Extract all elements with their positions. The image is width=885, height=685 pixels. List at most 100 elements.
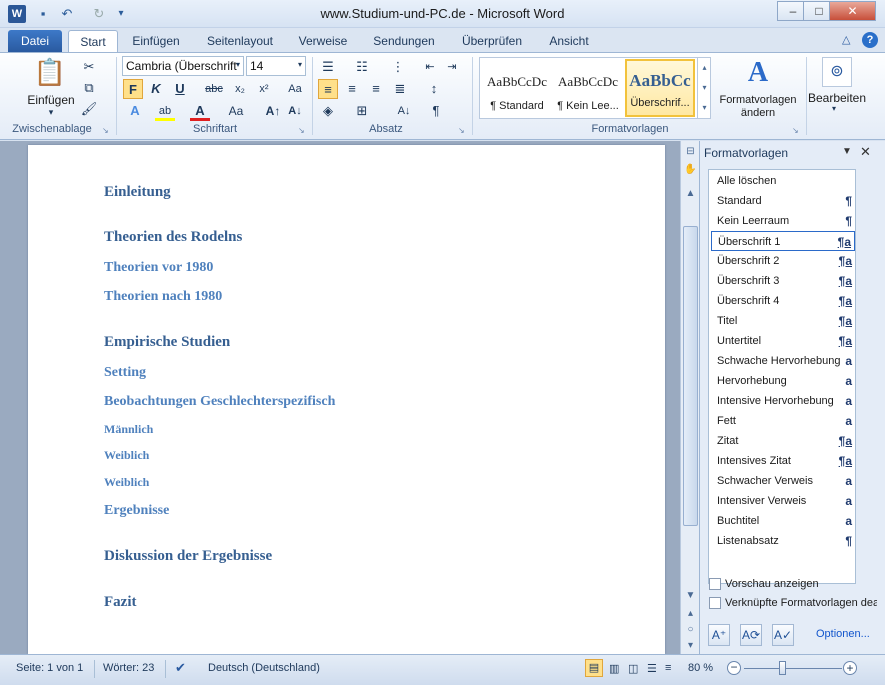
font-size-combo[interactable]: 14 (246, 56, 306, 76)
change-case-icon[interactable]: Aa (226, 101, 246, 121)
align-center-button[interactable]: ≡ (342, 79, 362, 99)
paste-button[interactable]: Einfügen (24, 93, 78, 107)
style-item-kein-leerraum[interactable]: Kein Leerraum ¶ (711, 211, 855, 231)
scroll-thumb[interactable] (683, 226, 698, 526)
tab-sendungen[interactable]: Sendungen (366, 30, 442, 52)
heading-theorien-nach-1980[interactable]: Theorien nach 1980 (104, 289, 222, 305)
zoom-slider-thumb[interactable] (779, 661, 786, 675)
edit-button[interactable]: Bearbeiten (806, 91, 868, 105)
decrease-indent-icon[interactable]: ⇤ (420, 57, 440, 77)
bullets-icon[interactable]: ☰ (318, 57, 338, 77)
style-item-hervorhebung[interactable]: Hervorhebung a (711, 371, 855, 391)
line-spacing-icon[interactable]: ↕ (424, 79, 444, 99)
zoom-level[interactable]: 80 % (688, 662, 713, 674)
hand-icon[interactable]: ✋ (683, 163, 698, 177)
font-color-icon[interactable]: A (190, 101, 210, 121)
cut-icon[interactable]: ✂ (79, 57, 99, 77)
heading-ergebnisse[interactable]: Ergebnisse (104, 503, 169, 519)
scroll-down-icon[interactable]: ▼ (683, 589, 698, 603)
change-styles-icon[interactable]: A (740, 57, 776, 93)
paste-dropdown-icon[interactable]: ▾ (44, 107, 58, 118)
paste-icon[interactable]: 📋 (28, 57, 72, 89)
multilevel-list-icon[interactable]: ⋮ (388, 57, 408, 77)
previous-page-icon[interactable]: ▴ (683, 607, 698, 621)
underline-button[interactable]: U (170, 79, 190, 99)
full-screen-icon[interactable]: ▥ (609, 662, 619, 675)
style-item-untertitel[interactable]: Untertitel ¶a (711, 331, 855, 351)
zoom-out-icon[interactable]: − (727, 661, 741, 675)
style-item-intensives-zitat[interactable]: Intensives Zitat ¶a (711, 451, 855, 471)
shading-icon[interactable]: ◈ (318, 101, 338, 121)
strikethrough-button[interactable]: abc (204, 79, 224, 99)
edit-dropdown-icon[interactable]: ▾ (832, 104, 842, 113)
tab-verweise[interactable]: Verweise (292, 30, 354, 52)
tab-start[interactable]: Start (68, 30, 118, 52)
heading-theorien-vor-1980[interactable]: Theorien vor 1980 (104, 260, 213, 276)
page-count[interactable]: Seite: 1 von 1 (16, 662, 83, 674)
borders-icon[interactable]: ⊞ (352, 101, 372, 121)
manage-styles-icon[interactable]: A✓ (772, 624, 794, 646)
show-marks-icon[interactable]: ¶ (426, 101, 446, 121)
print-layout-icon[interactable]: ▤ (585, 659, 603, 677)
style-item-standard[interactable]: Standard ¶ (711, 191, 855, 211)
web-layout-icon[interactable]: ◫ (628, 662, 638, 675)
style-item-zitat[interactable]: Zitat ¶a (711, 431, 855, 451)
style-item-buchtitel[interactable]: Buchtitel a (711, 511, 855, 531)
language[interactable]: Deutsch (Deutschland) (208, 662, 320, 674)
vertical-scrollbar[interactable]: ⊟ ✋ ▲ ▼ ▴ ○ ▾ (680, 141, 699, 654)
copy-icon[interactable]: ⧉ (79, 78, 99, 98)
font-size-dropdown-icon[interactable]: ▾ (298, 60, 302, 69)
tab-einfuegen[interactable]: Einfügen (126, 30, 186, 52)
dialog-launcher-icon[interactable]: ↘ (792, 126, 799, 135)
clear-formatting-icon[interactable]: Aa (285, 79, 305, 99)
grow-font-icon[interactable]: A↑ (263, 101, 283, 121)
gallery-scroll-icon[interactable]: ▴ ▾ ▾ (697, 58, 711, 118)
numbering-icon[interactable]: ☷ (352, 57, 372, 77)
heading-theorien-des-rodelns[interactable]: Theorien des Rodelns (104, 229, 242, 246)
heading-empirische-studien[interactable]: Empirische Studien (104, 334, 230, 351)
heading-maennlich[interactable]: Männlich (104, 422, 153, 437)
font-family-dropdown-icon[interactable]: ▾ (236, 60, 240, 69)
bold-button[interactable]: F (123, 79, 143, 99)
tab-datei[interactable]: Datei (8, 30, 62, 52)
format-painter-icon[interactable]: 🖌 (79, 99, 99, 119)
options-link[interactable]: Optionen... (816, 628, 870, 640)
style-ueberschrift-button[interactable]: AaBbCc Überschrif... (625, 59, 695, 117)
font-family-combo[interactable]: Cambria (Überschrift (122, 56, 244, 76)
justify-button[interactable]: ≣ (390, 79, 410, 99)
zoom-slider-track[interactable] (744, 668, 842, 669)
style-item-fett[interactable]: Fett a (711, 411, 855, 431)
increase-indent-icon[interactable]: ⇥ (442, 57, 462, 77)
style-item-ueberschrift-4[interactable]: Überschrift 4 ¶a (711, 291, 855, 311)
zoom-in-icon[interactable]: + (843, 661, 857, 675)
style-item-ueberschrift-2[interactable]: Überschrift 2 ¶a (711, 251, 855, 271)
style-item-listenabsatz[interactable]: Listenabsatz ¶ (711, 531, 855, 551)
help-icon[interactable]: ? (862, 32, 878, 48)
outline-icon[interactable]: ☰ (647, 662, 657, 675)
tab-ansicht[interactable]: Ansicht (542, 30, 596, 52)
heading-einleitung[interactable]: Einleitung (104, 184, 171, 201)
preview-checkbox[interactable] (709, 578, 721, 590)
pane-menu-icon[interactable]: ▼ (842, 146, 852, 157)
dialog-launcher-icon[interactable]: ↘ (298, 126, 305, 135)
align-right-button[interactable]: ≡ (366, 79, 386, 99)
heading-setting[interactable]: Setting (104, 365, 146, 381)
next-page-icon[interactable]: ▾ (683, 639, 698, 653)
linked-styles-checkbox[interactable] (709, 597, 721, 609)
style-standard-button[interactable]: AaBbCcDc ¶ Standard (482, 59, 552, 117)
document-page[interactable]: Einleitung Theorien des Rodelns Theorien… (28, 145, 665, 654)
heading-diskussion[interactable]: Diskussion der Ergebnisse (104, 548, 272, 565)
heading-weiblich[interactable]: Weiblich (104, 448, 149, 463)
superscript-button[interactable]: x² (254, 79, 274, 99)
pane-close-icon[interactable]: ✕ (860, 144, 871, 160)
style-item-schwacher-verweis[interactable]: Schwacher Verweis a (711, 471, 855, 491)
proofing-icon[interactable]: ✔ (175, 660, 186, 676)
style-item-intensive-hervorhebung[interactable]: Intensive Hervorhebung a (711, 391, 855, 411)
binoculars-icon[interactable]: ⊚ (822, 57, 852, 87)
heading-fazit[interactable]: Fazit (104, 594, 136, 611)
dialog-launcher-icon[interactable]: ↘ (102, 126, 109, 135)
highlight-icon[interactable]: ab (155, 101, 175, 121)
heading-weiblich-2[interactable]: Weiblich (104, 475, 149, 490)
style-item-titel[interactable]: Titel ¶a (711, 311, 855, 331)
scroll-up-icon[interactable]: ▲ (683, 187, 698, 201)
